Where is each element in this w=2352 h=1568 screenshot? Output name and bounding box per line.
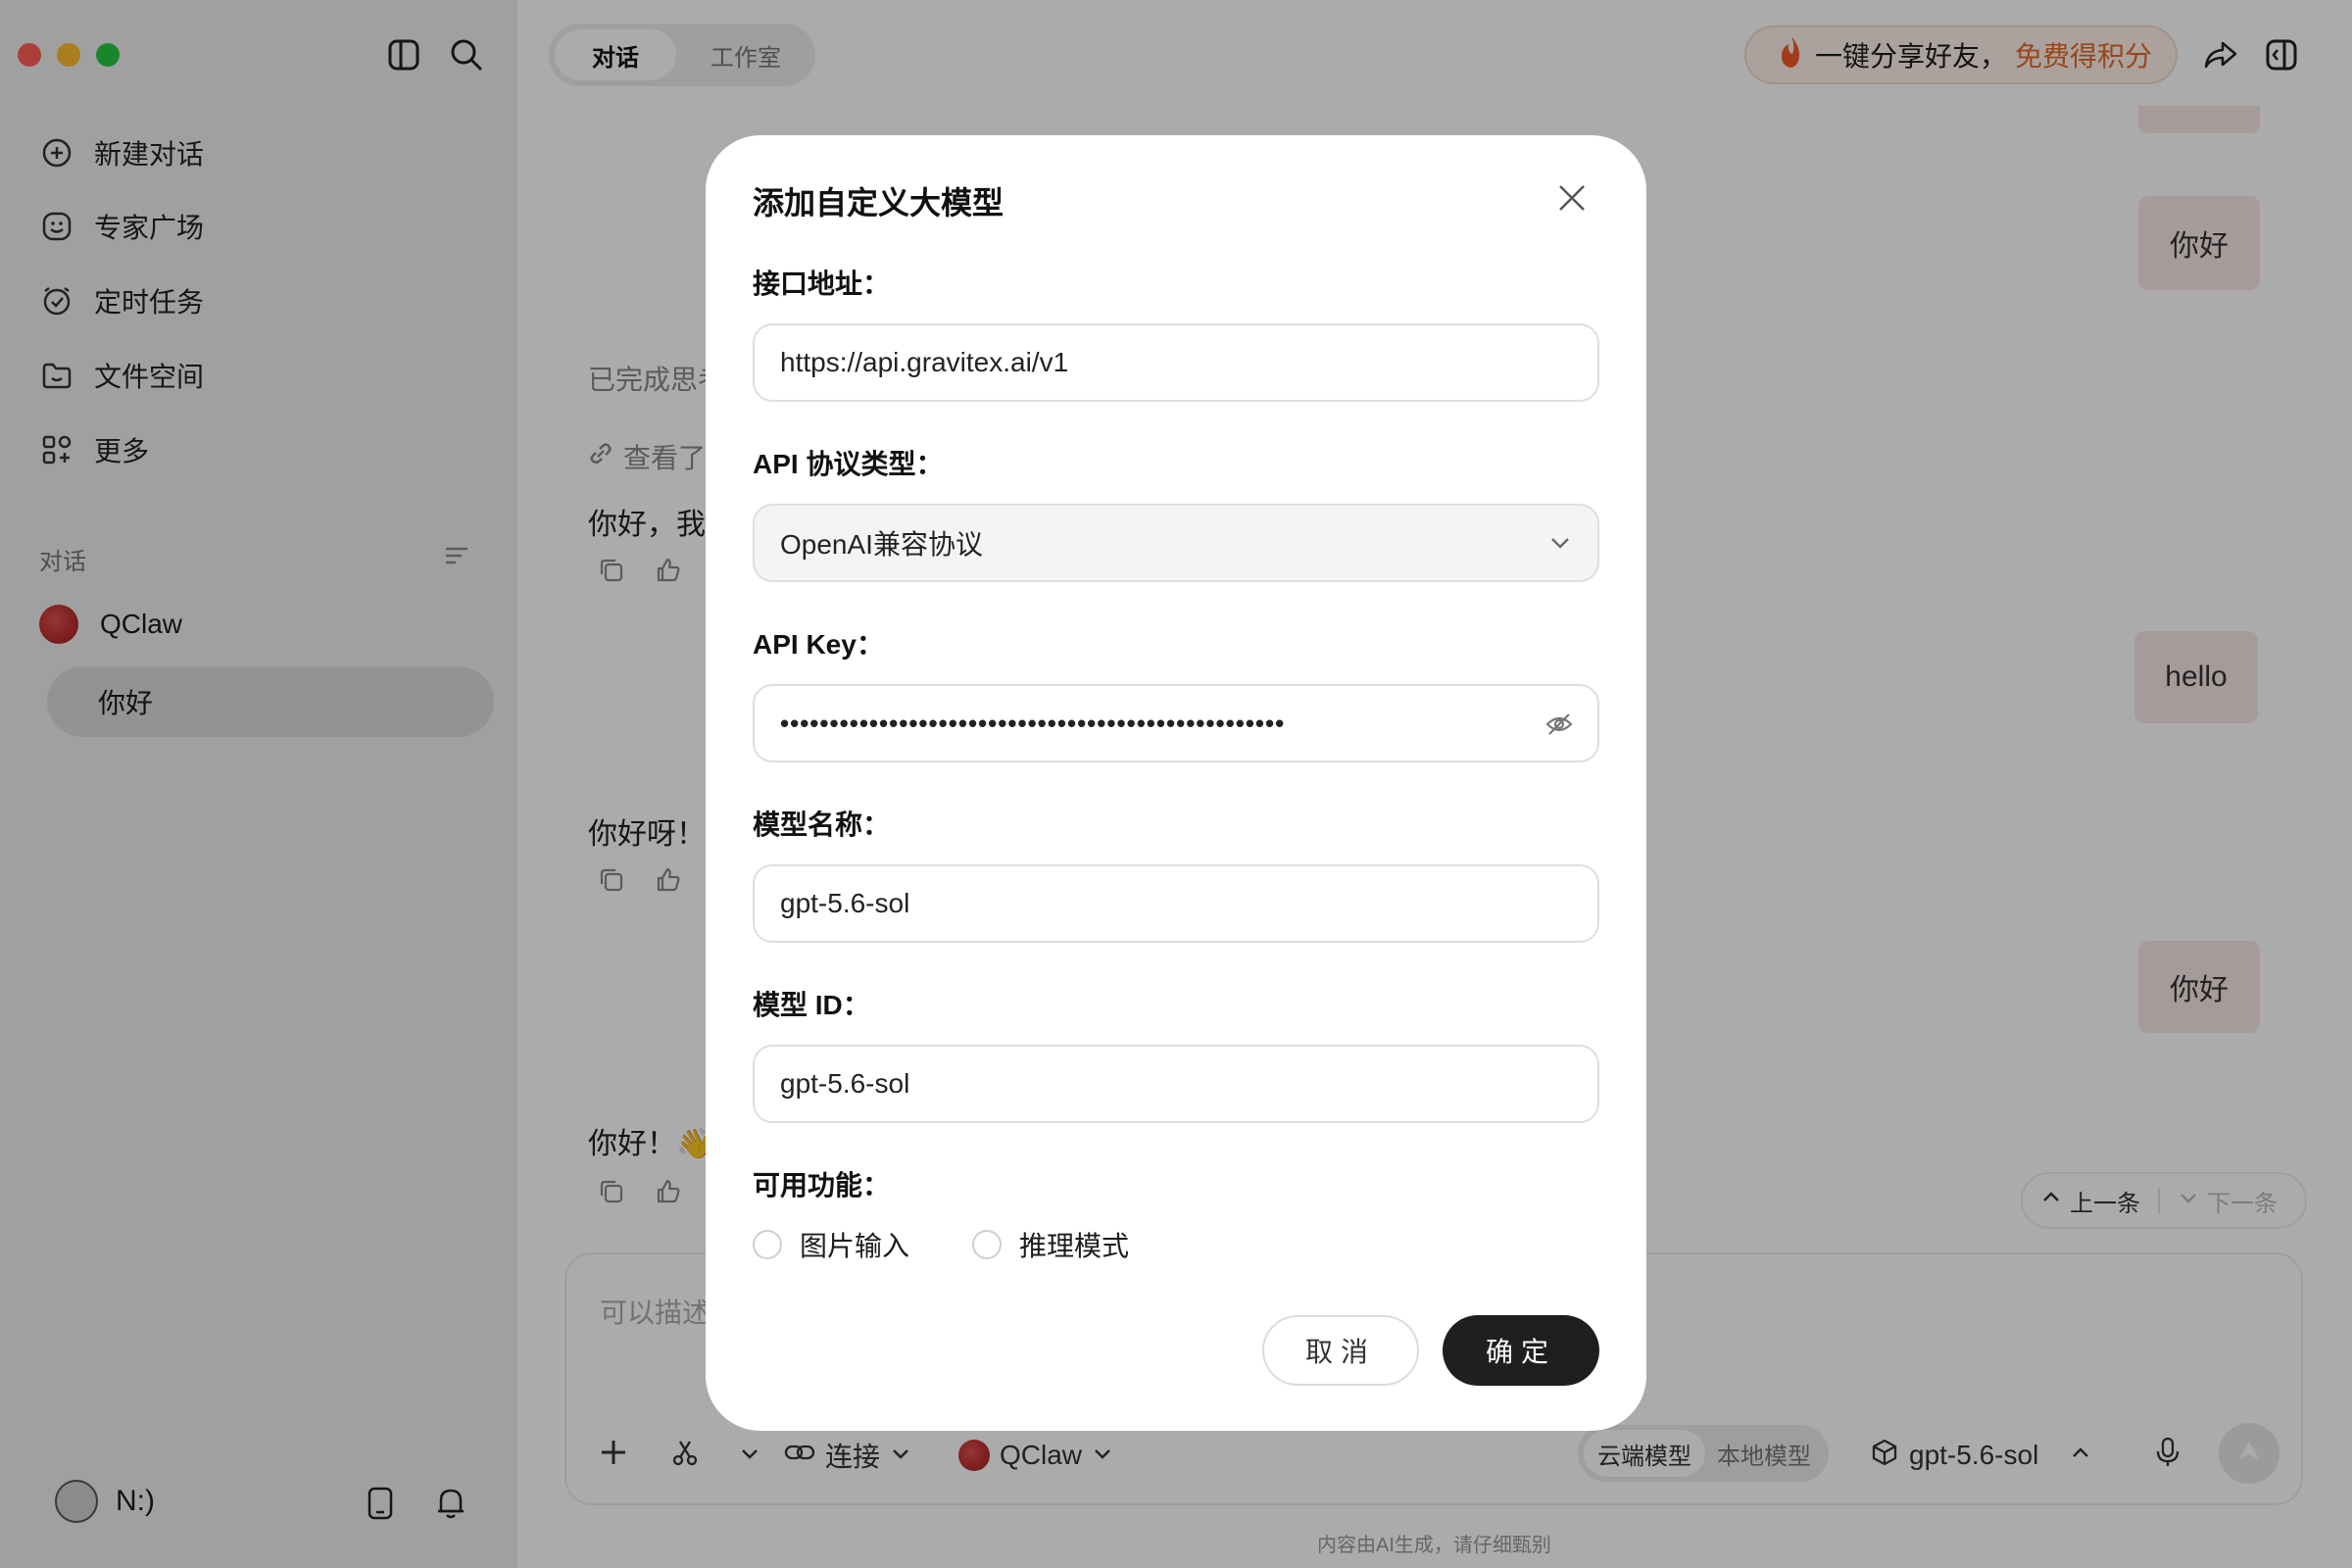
close-icon xyxy=(1556,182,1588,219)
model-name-label: 模型名称： xyxy=(753,809,891,840)
model-id-input[interactable]: gpt-5.6-sol xyxy=(753,1045,1599,1123)
feature-reasoning-mode[interactable]: 推理模式 xyxy=(972,1225,1129,1264)
features-label: 可用功能： xyxy=(753,1170,891,1200)
chevron-down-icon xyxy=(1546,529,1574,564)
dialog-title: 添加自定义大模型 xyxy=(753,185,1004,220)
confirm-button[interactable]: 确定 xyxy=(1443,1315,1599,1386)
api-key-label: API Key： xyxy=(753,629,884,660)
protocol-label: API 协议类型： xyxy=(753,449,944,479)
endpoint-label: 接口地址： xyxy=(753,269,891,299)
protocol-value: OpenAI兼容协议 xyxy=(780,529,983,560)
feature-image-input[interactable]: 图片输入 xyxy=(753,1225,909,1264)
cancel-button[interactable]: 取消 xyxy=(1262,1315,1419,1386)
checkbox[interactable] xyxy=(972,1230,1002,1259)
close-button[interactable] xyxy=(1546,174,1597,225)
eye-off-icon[interactable] xyxy=(1544,710,1574,746)
feature-label: 推理模式 xyxy=(1019,1231,1130,1261)
add-custom-model-dialog: 添加自定义大模型 接口地址： https://api.gravitex.ai/v… xyxy=(706,135,1646,1431)
api-key-value: ••••••••••••••••••••••••••••••••••••••••… xyxy=(780,708,1286,738)
endpoint-input[interactable]: https://api.gravitex.ai/v1 xyxy=(753,323,1599,402)
checkbox[interactable] xyxy=(753,1230,782,1259)
protocol-select[interactable]: OpenAI兼容协议 xyxy=(753,504,1599,582)
feature-label: 图片输入 xyxy=(800,1231,910,1261)
model-id-label: 模型 ID： xyxy=(753,990,870,1020)
model-name-input[interactable]: gpt-5.6-sol xyxy=(753,864,1599,943)
api-key-input[interactable]: ••••••••••••••••••••••••••••••••••••••••… xyxy=(753,684,1599,762)
model-name-value: gpt-5.6-sol xyxy=(780,888,910,918)
endpoint-value: https://api.gravitex.ai/v1 xyxy=(780,347,1069,377)
model-id-value: gpt-5.6-sol xyxy=(780,1068,910,1099)
